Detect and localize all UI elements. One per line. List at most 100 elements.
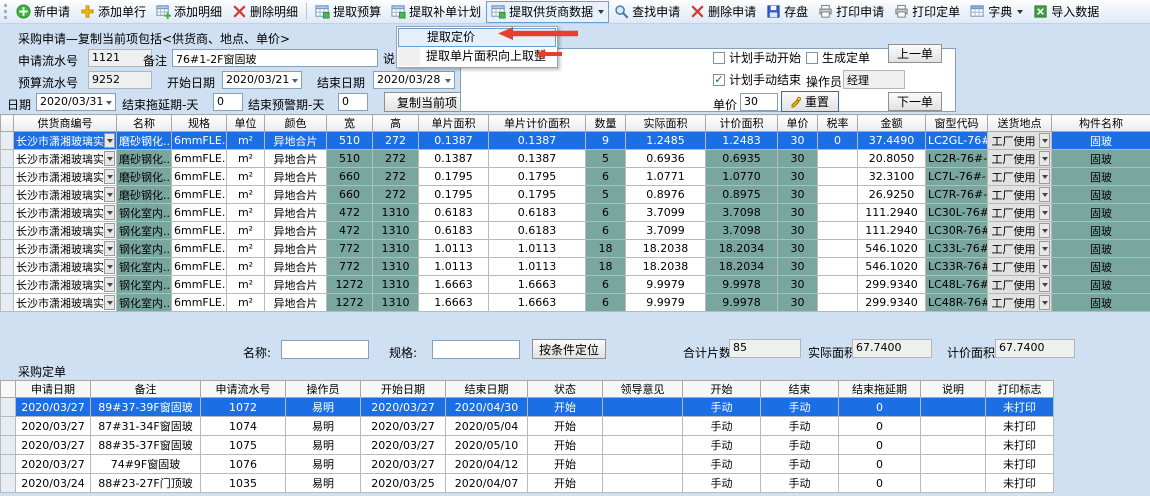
cell-spec[interactable]: 6mmFLE... (172, 204, 227, 222)
cell-unit-price[interactable]: 30 (778, 294, 818, 312)
filter-spec-input[interactable] (432, 340, 520, 359)
import-data-button[interactable]: 导入数据 (1028, 1, 1104, 23)
cell-supplier[interactable]: 长沙市潇湘玻璃实... (14, 294, 117, 312)
cell-piece-area[interactable]: 0.1387 (419, 132, 489, 150)
cell-window-code[interactable]: LC2R-76#-1F (926, 150, 988, 168)
cell-tax-rate[interactable] (818, 186, 858, 204)
cell-spec[interactable]: 6mmFLE... (172, 258, 227, 276)
cell-delivery-place[interactable]: 工厂使用 (988, 204, 1052, 222)
cell-spec[interactable]: 6mmFLE... (172, 150, 227, 168)
cell-unit-price[interactable]: 30 (778, 276, 818, 294)
cell-start-mode[interactable]: 手动 (683, 417, 761, 436)
cell-window-code[interactable]: LC7L-76#-1F0 (926, 168, 988, 186)
cell-status[interactable]: 开始 (528, 417, 603, 436)
cell-component-name[interactable]: 固玻 (1052, 294, 1150, 312)
cell-unit-price[interactable]: 30 (778, 186, 818, 204)
cell-delivery-place[interactable]: 工厂使用 (988, 150, 1052, 168)
cell-color[interactable]: 异地合片 (265, 186, 327, 204)
column-header[interactable]: 供货商编号 (14, 115, 117, 132)
previous-order-button[interactable]: 上一单 (888, 44, 942, 63)
column-header[interactable]: 税率 (818, 115, 858, 132)
cell-width[interactable]: 472 (327, 204, 373, 222)
chevron-down-icon[interactable] (104, 169, 115, 184)
cell-start-date[interactable]: 2020/03/27 (361, 398, 446, 417)
cell-serial[interactable]: 1076 (201, 455, 286, 474)
cell-actual-area[interactable]: 9.9979 (626, 276, 706, 294)
cell-qty[interactable]: 6 (586, 222, 626, 240)
cell-priced-area[interactable]: 3.7098 (706, 204, 778, 222)
cell-window-code[interactable]: LC48L-76#... (926, 276, 988, 294)
cell-supplier[interactable]: 长沙市潇湘玻璃实... (14, 258, 117, 276)
locate-by-condition-button[interactable]: 按条件定位 (532, 339, 606, 359)
cell-height[interactable]: 1310 (373, 204, 419, 222)
chevron-down-icon[interactable] (1039, 295, 1050, 310)
cell-color[interactable]: 异地合片 (265, 294, 327, 312)
cell-unit-price[interactable]: 30 (778, 168, 818, 186)
column-header[interactable]: 打印标志 (986, 381, 1054, 398)
cell-status[interactable]: 开始 (528, 436, 603, 455)
cell-actual-area[interactable]: 0.8976 (626, 186, 706, 204)
chevron-down-icon[interactable] (1039, 169, 1050, 184)
cell-amount[interactable]: 546.1020 (858, 240, 926, 258)
cell-window-code[interactable]: LC33R-76#... (926, 258, 988, 276)
cell-component-name[interactable]: 固玻 (1052, 222, 1150, 240)
cell-color[interactable]: 异地合片 (265, 240, 327, 258)
column-header[interactable]: 申请流水号 (201, 381, 286, 398)
cell-amount[interactable]: 546.1020 (858, 258, 926, 276)
cell-note[interactable]: 88#35-37F窗固玻 (91, 436, 201, 455)
cell-unit[interactable]: m² (227, 204, 265, 222)
cell-qty[interactable]: 18 (586, 258, 626, 276)
chevron-down-icon[interactable] (1039, 259, 1050, 274)
cell-end-date[interactable]: 2020/04/07 (446, 474, 528, 493)
row-selector[interactable] (1, 132, 14, 150)
plan-manual-start-checkbox[interactable]: 计划手动开始 (713, 49, 801, 66)
row-selector[interactable] (1, 204, 14, 222)
cell-name[interactable]: 磨砂钢化... (117, 186, 172, 204)
row-selector[interactable] (1, 417, 16, 436)
cell-note[interactable]: 74#9F窗固玻 (91, 455, 201, 474)
cell-apply-date[interactable]: 2020/03/27 (16, 455, 91, 474)
row-selector[interactable] (1, 222, 14, 240)
menu-item-extract-area-roundup[interactable]: 提取单片面积向上取整 (398, 47, 556, 66)
cell-width[interactable]: 472 (327, 222, 373, 240)
cell-print-flag[interactable]: 未打印 (986, 455, 1054, 474)
cell-supplier[interactable]: 长沙市潇湘玻璃实... (14, 150, 117, 168)
cell-component-name[interactable]: 固玻 (1052, 132, 1150, 150)
cell-supplier[interactable]: 长沙市潇湘玻璃实... (14, 276, 117, 294)
unit-price-field[interactable]: 30 (740, 93, 778, 111)
cell-piece-area[interactable]: 0.1795 (419, 186, 489, 204)
cell-piece-priced-area[interactable]: 1.0113 (489, 258, 586, 276)
date-picker[interactable]: 2020/03/31 (36, 93, 116, 111)
cell-status[interactable]: 开始 (528, 474, 603, 493)
cell-apply-date[interactable]: 2020/03/24 (16, 474, 91, 493)
chevron-down-icon[interactable] (1039, 187, 1050, 202)
chevron-down-icon[interactable] (106, 101, 112, 105)
cell-spec[interactable]: 6mmFLE... (172, 276, 227, 294)
cell-amount[interactable]: 32.3100 (858, 168, 926, 186)
cell-apply-date[interactable]: 2020/03/27 (16, 417, 91, 436)
cell-note[interactable]: 89#37-39F窗固玻 (91, 398, 201, 417)
cell-unit-price[interactable]: 30 (778, 222, 818, 240)
chevron-down-icon[interactable] (104, 241, 115, 256)
cell-window-code[interactable]: LC7R-76#-1F0 (926, 186, 988, 204)
column-header[interactable]: 开始日期 (361, 381, 446, 398)
cell-priced-area[interactable]: 0.8975 (706, 186, 778, 204)
chevron-down-icon[interactable] (1039, 151, 1050, 166)
cell-tax-rate[interactable] (818, 150, 858, 168)
cell-piece-area[interactable]: 0.6183 (419, 222, 489, 240)
detail-grid-row[interactable]: 长沙市潇湘玻璃实... 磨砂钢化... 6mmFLE... m² 异地合片 66… (1, 186, 1150, 204)
chevron-down-icon[interactable] (1039, 133, 1050, 148)
detail-grid-row[interactable]: 长沙市潇湘玻璃实... 磨砂钢化... 6mmFLE... m² 异地合片 51… (1, 132, 1150, 150)
cell-piece-priced-area[interactable]: 1.6663 (489, 276, 586, 294)
end-date-picker[interactable]: 2020/03/28 (373, 71, 455, 89)
cell-unit[interactable]: m² (227, 294, 265, 312)
cell-piece-priced-area[interactable]: 0.1795 (489, 186, 586, 204)
cell-component-name[interactable]: 固玻 (1052, 240, 1150, 258)
cell-description[interactable] (921, 436, 986, 455)
cell-width[interactable]: 510 (327, 132, 373, 150)
column-header[interactable]: 开始 (683, 381, 761, 398)
column-header[interactable]: 备注 (91, 381, 201, 398)
cell-width[interactable]: 1272 (327, 276, 373, 294)
column-header[interactable]: 结束日期 (446, 381, 528, 398)
cell-start-date[interactable]: 2020/03/25 (361, 474, 446, 493)
